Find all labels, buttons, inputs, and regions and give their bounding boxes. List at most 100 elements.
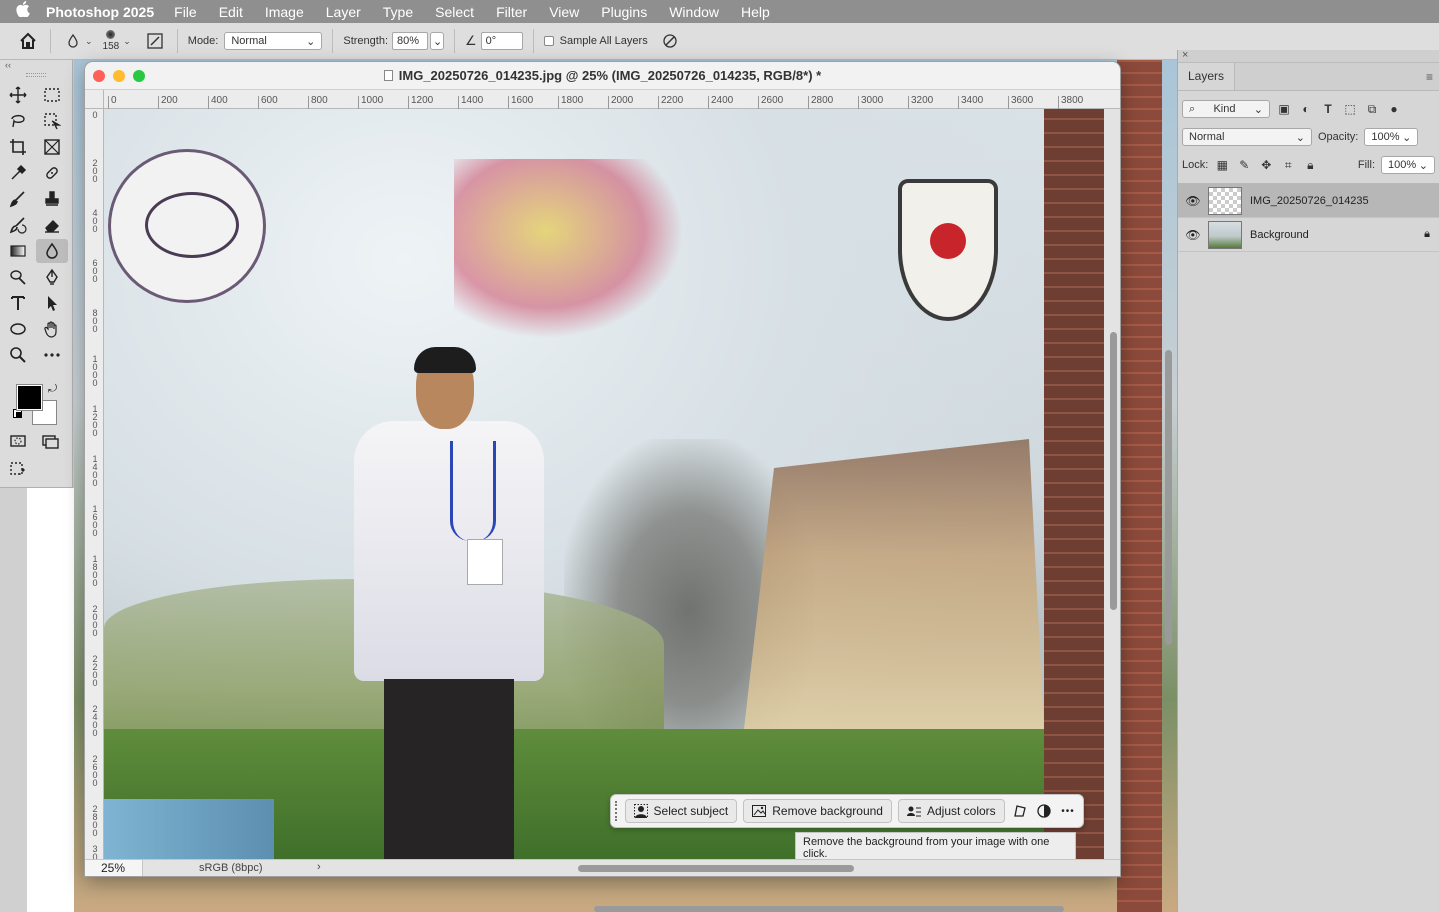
more-tools-icon[interactable] bbox=[36, 343, 68, 367]
menu-file[interactable]: File bbox=[174, 4, 197, 20]
lock-artboard-icon[interactable]: ⌗ bbox=[1280, 157, 1296, 173]
menu-edit[interactable]: Edit bbox=[219, 4, 243, 20]
layer-row[interactable]: 👁︎ IMG_20250726_014235 bbox=[1178, 184, 1439, 218]
filter-pixel-layers-icon[interactable]: ▣ bbox=[1276, 101, 1292, 117]
clone-stamp-tool-icon[interactable] bbox=[36, 187, 68, 211]
adjustment-layer-icon[interactable] bbox=[1035, 799, 1053, 823]
brush-tool-icon[interactable] bbox=[2, 187, 34, 211]
chevron-down-icon[interactable]: ⌄ bbox=[85, 36, 93, 47]
collapse-toolbar-icon[interactable]: ‹‹ bbox=[0, 60, 72, 72]
eyedropper-tool-icon[interactable] bbox=[2, 161, 34, 185]
menu-select[interactable]: Select bbox=[435, 4, 474, 20]
eraser-tool-icon[interactable] bbox=[36, 213, 68, 237]
lasso-tool-icon[interactable] bbox=[2, 109, 34, 133]
remove-background-button[interactable]: Remove background bbox=[743, 799, 892, 823]
toolbar-grip[interactable] bbox=[26, 73, 46, 77]
quick-mask-icon[interactable] bbox=[2, 429, 34, 453]
transform-icon[interactable] bbox=[1011, 799, 1029, 823]
filter-type-layers-icon[interactable]: T bbox=[1320, 101, 1336, 117]
lock-transparent-pixels-icon[interactable]: ▦ bbox=[1214, 157, 1230, 173]
workspace-horizontal-scrollbar[interactable] bbox=[594, 906, 1064, 912]
dodge-tool-icon[interactable] bbox=[2, 265, 34, 289]
angle-input[interactable]: 0° bbox=[480, 32, 523, 50]
filter-adjustment-layers-icon[interactable]: ◐ bbox=[1298, 101, 1314, 117]
home-icon[interactable] bbox=[16, 29, 40, 53]
crop-tool-icon[interactable] bbox=[2, 135, 34, 159]
maximize-window-button[interactable] bbox=[133, 70, 145, 82]
hand-tool-icon[interactable] bbox=[36, 317, 68, 341]
lock-position-icon[interactable]: ✥ bbox=[1258, 157, 1274, 173]
layer-filter-kind-select[interactable]: ⌕ Kind ⌄ bbox=[1182, 100, 1270, 118]
type-tool-icon[interactable] bbox=[2, 291, 34, 315]
sample-all-layers-checkbox[interactable] bbox=[543, 36, 554, 46]
filter-toggle-icon[interactable]: ● bbox=[1386, 101, 1402, 117]
document-vertical-scrollbar[interactable] bbox=[1110, 332, 1117, 610]
eye-icon[interactable]: 👁︎ bbox=[1178, 194, 1208, 208]
layer-locked-icon[interactable]: 🔒︎ bbox=[1415, 228, 1439, 241]
lock-image-pixels-icon[interactable]: ✎ bbox=[1236, 157, 1252, 173]
rectangular-marquee-tool-icon[interactable] bbox=[36, 83, 68, 107]
select-subject-button[interactable]: Select subject bbox=[624, 799, 738, 823]
zoom-tool-icon[interactable] bbox=[2, 343, 34, 367]
opacity-input[interactable]: 100% ⌄ bbox=[1364, 128, 1419, 146]
vertical-ruler[interactable]: 0 200 400 600 800 1000 1200 1400 1600 18… bbox=[85, 109, 104, 876]
menu-image[interactable]: Image bbox=[265, 4, 304, 20]
blend-mode-select[interactable]: Normal ⌄ bbox=[1182, 128, 1312, 146]
tab-layers[interactable]: Layers bbox=[1178, 62, 1236, 90]
spot-healing-brush-tool-icon[interactable] bbox=[36, 161, 68, 185]
horizontal-ruler[interactable]: 0 200 400 600 800 1000 1200 1400 1600 18… bbox=[104, 90, 1120, 109]
menu-window[interactable]: Window bbox=[669, 4, 719, 20]
more-options-icon[interactable]: ••• bbox=[1059, 799, 1077, 823]
gradient-tool-icon[interactable] bbox=[2, 239, 34, 263]
fill-input[interactable]: 100% ⌄ bbox=[1381, 156, 1435, 174]
chevron-down-icon[interactable]: ⌄ bbox=[123, 36, 131, 47]
workspace-vertical-scrollbar[interactable] bbox=[1165, 350, 1172, 645]
panel-menu-icon[interactable]: ≡ bbox=[1426, 70, 1433, 84]
document-horizontal-scrollbar[interactable] bbox=[578, 865, 854, 872]
foreground-color-swatch[interactable] bbox=[17, 385, 42, 410]
history-brush-tool-icon[interactable] bbox=[2, 213, 34, 237]
pressure-strength-icon[interactable] bbox=[658, 29, 682, 53]
object-selection-tool-icon[interactable] bbox=[36, 109, 68, 133]
filter-shape-layers-icon[interactable]: ⬚ bbox=[1342, 101, 1358, 117]
path-selection-tool-icon[interactable] bbox=[36, 291, 68, 315]
layer-row[interactable]: 👁︎ Background 🔒︎ bbox=[1178, 218, 1439, 252]
status-menu-arrow-icon[interactable]: › bbox=[317, 861, 321, 873]
app-name-menu[interactable]: Photoshop 2025 bbox=[46, 4, 154, 20]
brush-preset-picker[interactable]: 158 bbox=[103, 30, 119, 52]
menu-plugins[interactable]: Plugins bbox=[601, 4, 647, 20]
move-tool-icon[interactable] bbox=[2, 83, 34, 107]
ruler-tick: 0 bbox=[92, 110, 98, 120]
menu-view[interactable]: View bbox=[549, 4, 579, 20]
menu-type[interactable]: Type bbox=[383, 4, 413, 20]
taskbar-drag-handle[interactable] bbox=[615, 801, 619, 821]
image-canvas[interactable]: Select subject Remove background Adjust … bbox=[104, 109, 1104, 860]
eye-icon[interactable]: 👁︎ bbox=[1178, 228, 1208, 242]
swap-colors-icon[interactable]: ⤾ bbox=[48, 383, 57, 396]
blur-tool-icon[interactable] bbox=[36, 239, 68, 263]
generative-fill-icon[interactable] bbox=[2, 457, 34, 481]
pen-tool-icon[interactable] bbox=[36, 265, 68, 289]
default-colors-icon[interactable] bbox=[13, 409, 22, 418]
mode-select[interactable]: Normal ⌄ bbox=[224, 32, 323, 50]
ellipse-tool-icon[interactable] bbox=[2, 317, 34, 341]
ruler-origin[interactable] bbox=[85, 90, 104, 109]
strength-slider-toggle[interactable]: ⌄ bbox=[430, 32, 444, 50]
apple-menu-icon[interactable] bbox=[0, 1, 46, 22]
screen-mode-icon[interactable] bbox=[34, 429, 66, 453]
menu-help[interactable]: Help bbox=[741, 4, 770, 20]
tool-preset-blur-icon[interactable] bbox=[61, 29, 85, 53]
menu-layer[interactable]: Layer bbox=[326, 4, 361, 20]
adjust-colors-button[interactable]: Adjust colors bbox=[897, 799, 1005, 823]
frame-tool-icon[interactable] bbox=[36, 135, 68, 159]
minimize-window-button[interactable] bbox=[113, 70, 125, 82]
document-titlebar[interactable]: IMG_20250726_014235.jpg @ 25% (IMG_20250… bbox=[85, 62, 1120, 90]
menu-filter[interactable]: Filter bbox=[496, 4, 527, 20]
close-window-button[interactable] bbox=[93, 70, 105, 82]
brush-settings-icon[interactable] bbox=[143, 29, 167, 53]
strength-input[interactable]: 80% bbox=[392, 32, 428, 50]
lock-all-icon[interactable]: 🔒︎ bbox=[1302, 157, 1318, 173]
filter-smart-objects-icon[interactable]: ⧉ bbox=[1364, 101, 1380, 117]
panel-close-icon[interactable]: × bbox=[1182, 49, 1188, 61]
zoom-level-field[interactable]: 25% bbox=[85, 860, 143, 876]
